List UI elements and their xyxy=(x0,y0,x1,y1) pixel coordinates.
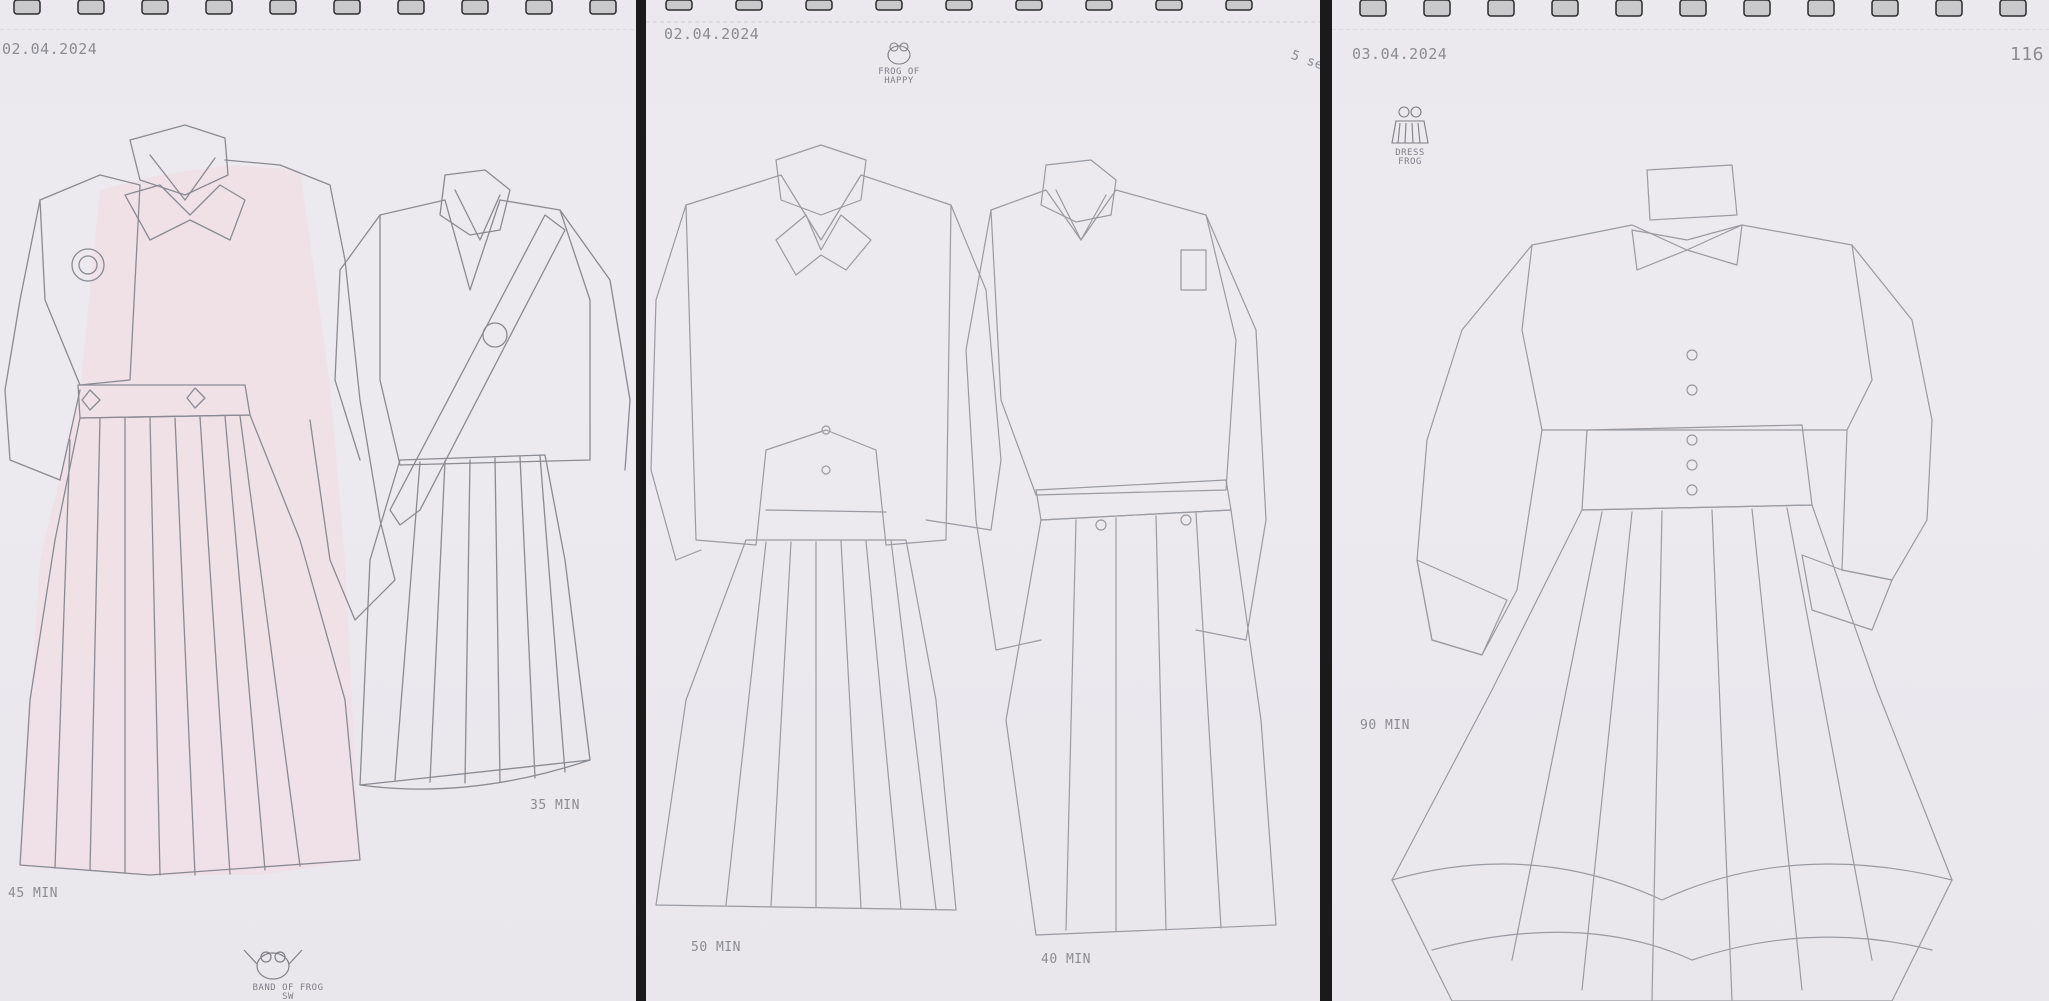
frog-signature: DRESS FROG xyxy=(1376,149,1444,167)
sketch-time-left: 45 MIN xyxy=(8,886,58,901)
page-gap xyxy=(636,0,646,1001)
sketch-time-right: 35 MIN xyxy=(530,798,580,813)
sketch-time: 90 MIN xyxy=(1360,718,1410,733)
sketch-date: 02.04.2024 xyxy=(2,40,98,58)
frog-signature: FROG OF HAPPY xyxy=(859,68,939,86)
sketch-time-left: 50 MIN xyxy=(691,940,741,955)
signature-line: SW xyxy=(282,992,294,1001)
sketchbook-page-3: 03.04.2024 116 DRESS FROG 90 MIN xyxy=(1332,0,2049,1001)
sketchbook-page-2: 02.04.2024 5 seco FROG OF HAPPY 50 MIN 4… xyxy=(646,0,1320,1001)
frog-dress-doodle-icon xyxy=(1391,106,1429,144)
sketch-date: 03.04.2024 xyxy=(1352,45,1448,63)
sketch-date: 02.04.2024 xyxy=(664,25,760,43)
signature-line: FROG xyxy=(1398,157,1422,167)
sketch-time-right: 40 MIN xyxy=(1041,952,1091,967)
signature-line: HAPPY xyxy=(884,76,914,86)
page-gap xyxy=(1320,0,1332,1001)
frog-doodle-icon xyxy=(887,42,911,65)
frog-signature: BAND OF FROG SW xyxy=(228,984,348,1001)
sketchbook-page-1: 02.04.2024 45 MIN 35 MIN BAND OF FROG SW xyxy=(0,0,636,1001)
page-number: 116 xyxy=(2010,44,2045,65)
frog-doodle-icon xyxy=(243,949,303,980)
uniform-sketch-pair-2 xyxy=(650,144,1277,936)
uniform-sketch-pair-1 xyxy=(4,124,631,876)
